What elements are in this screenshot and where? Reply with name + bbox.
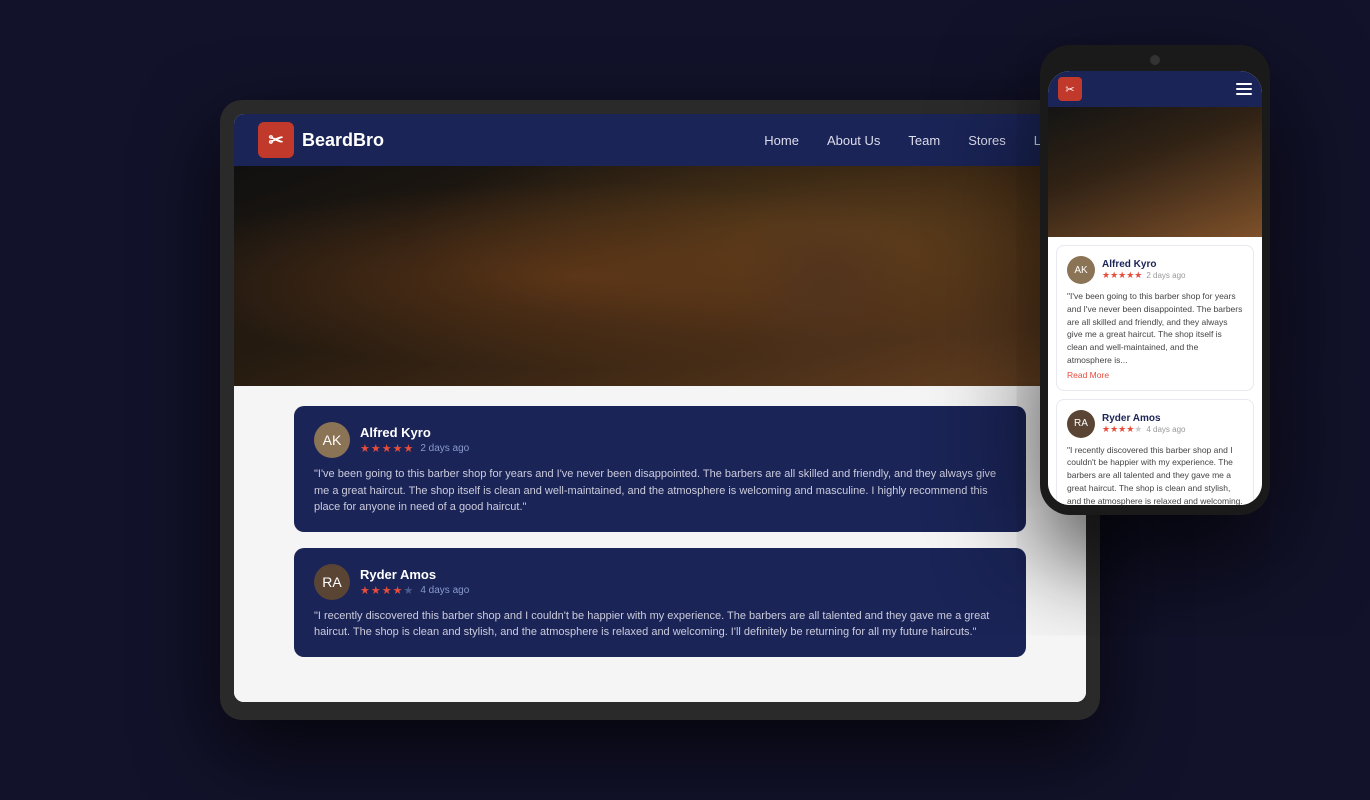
hero-overlay bbox=[234, 166, 1086, 386]
nav-stores[interactable]: Stores bbox=[968, 133, 1006, 148]
review-text-1: "I've been going to this barber shop for… bbox=[314, 466, 1006, 516]
scene: ✂ BeardBro Home About Us Team Stores Lab… bbox=[0, 0, 1370, 800]
tablet-hero bbox=[234, 166, 1086, 386]
phone-hero bbox=[1048, 107, 1262, 237]
phone-reviewer-meta-2: ★★★★★ 4 days ago bbox=[1102, 424, 1186, 435]
phone-notch bbox=[1150, 55, 1160, 65]
hero-figure bbox=[736, 188, 916, 386]
review-header-1: AK Alfred Kyro ★★★★★ 2 days ago bbox=[314, 422, 1006, 458]
phone-review-header-1: AK Alfred Kyro ★★★★★ 2 days ago bbox=[1067, 256, 1243, 284]
reviewer-meta-1: ★★★★★ 2 days ago bbox=[360, 442, 1006, 455]
hamburger-line-2 bbox=[1236, 88, 1252, 90]
review-header-2: RA Ryder Amos ★★★★★ 4 days ago bbox=[314, 564, 1006, 600]
phone-brand-icon: ✂ bbox=[1058, 77, 1082, 101]
review-time-2: 4 days ago bbox=[420, 585, 469, 596]
phone-review-header-2: RA Ryder Amos ★★★★★ 4 days ago bbox=[1067, 410, 1243, 438]
review-time-1: 2 days ago bbox=[420, 443, 469, 454]
phone-stars-2: ★★★★★ bbox=[1102, 424, 1142, 435]
phone-review-card-2: RA Ryder Amos ★★★★★ 4 days ago "I recent… bbox=[1056, 399, 1254, 506]
phone-review-text-2: "I recently discovered this barber shop … bbox=[1067, 444, 1243, 506]
phone-reviewer-info-1: Alfred Kyro ★★★★★ 2 days ago bbox=[1102, 259, 1185, 281]
nav-team[interactable]: Team bbox=[908, 133, 940, 148]
reviewer-meta-2: ★★★★★ 4 days ago bbox=[360, 584, 1006, 597]
tablet-review-card-1: AK Alfred Kyro ★★★★★ 2 days ago "I've be… bbox=[294, 406, 1026, 532]
reviewer-info-1: Alfred Kyro ★★★★★ 2 days ago bbox=[360, 425, 1006, 455]
tablet-screen: ✂ BeardBro Home About Us Team Stores Lab… bbox=[234, 114, 1086, 702]
phone-stars-1: ★★★★★ bbox=[1102, 270, 1142, 281]
reviewer-name-1: Alfred Kyro bbox=[360, 425, 1006, 440]
tablet-nav-links: Home About Us Team Stores Labs bbox=[764, 133, 1062, 148]
nav-about[interactable]: About Us bbox=[827, 133, 880, 148]
reviewer-avatar-1: AK bbox=[314, 422, 350, 458]
phone-reviewer-info-2: Ryder Amos ★★★★★ 4 days ago bbox=[1102, 413, 1186, 435]
phone-hamburger-icon[interactable] bbox=[1236, 83, 1252, 95]
brand-icon: ✂ bbox=[258, 122, 294, 158]
tablet-navbar: ✂ BeardBro Home About Us Team Stores Lab… bbox=[234, 114, 1086, 166]
reviewer-avatar-2: RA bbox=[314, 564, 350, 600]
phone-reviewer-meta-1: ★★★★★ 2 days ago bbox=[1102, 270, 1185, 281]
hamburger-line-1 bbox=[1236, 83, 1252, 85]
phone-screen: ✂ AK Alfred Kyro bbox=[1048, 71, 1262, 505]
reviewer-name-2: Ryder Amos bbox=[360, 567, 1006, 582]
phone-hero-overlay bbox=[1048, 107, 1262, 237]
phone-avatar-2: RA bbox=[1067, 410, 1095, 438]
phone-avatar-1: AK bbox=[1067, 256, 1095, 284]
stars-1: ★★★★★ bbox=[360, 442, 414, 455]
phone-reviewer-name-2: Ryder Amos bbox=[1102, 413, 1186, 424]
phone-topbar: ✂ bbox=[1048, 71, 1262, 107]
tablet-device: ✂ BeardBro Home About Us Team Stores Lab… bbox=[220, 100, 1100, 720]
hero-image bbox=[234, 166, 1086, 386]
tablet-reviews-section: AK Alfred Kyro ★★★★★ 2 days ago "I've be… bbox=[234, 386, 1086, 702]
review-text-2: "I recently discovered this barber shop … bbox=[314, 608, 1006, 641]
brand-name: BeardBro bbox=[302, 130, 384, 151]
stars-2: ★★★★★ bbox=[360, 584, 414, 597]
phone-reviewer-name-1: Alfred Kyro bbox=[1102, 259, 1185, 270]
tablet-brand: ✂ BeardBro bbox=[258, 122, 764, 158]
phone-reviews-section: AK Alfred Kyro ★★★★★ 2 days ago "I've be… bbox=[1048, 237, 1262, 505]
phone-time-1: 2 days ago bbox=[1146, 271, 1185, 280]
tablet-review-card-2: RA Ryder Amos ★★★★★ 4 days ago "I recent… bbox=[294, 548, 1026, 657]
phone-read-more-1[interactable]: Read More bbox=[1067, 370, 1243, 380]
phone-review-text-1: "I've been going to this barber shop for… bbox=[1067, 290, 1243, 367]
phone-review-card-1: AK Alfred Kyro ★★★★★ 2 days ago "I've be… bbox=[1056, 245, 1254, 391]
phone-time-2: 4 days ago bbox=[1146, 425, 1185, 434]
reviewer-info-2: Ryder Amos ★★★★★ 4 days ago bbox=[360, 567, 1006, 597]
nav-home[interactable]: Home bbox=[764, 133, 799, 148]
hamburger-line-3 bbox=[1236, 93, 1252, 95]
phone-device: ✂ AK Alfred Kyro bbox=[1040, 45, 1270, 515]
